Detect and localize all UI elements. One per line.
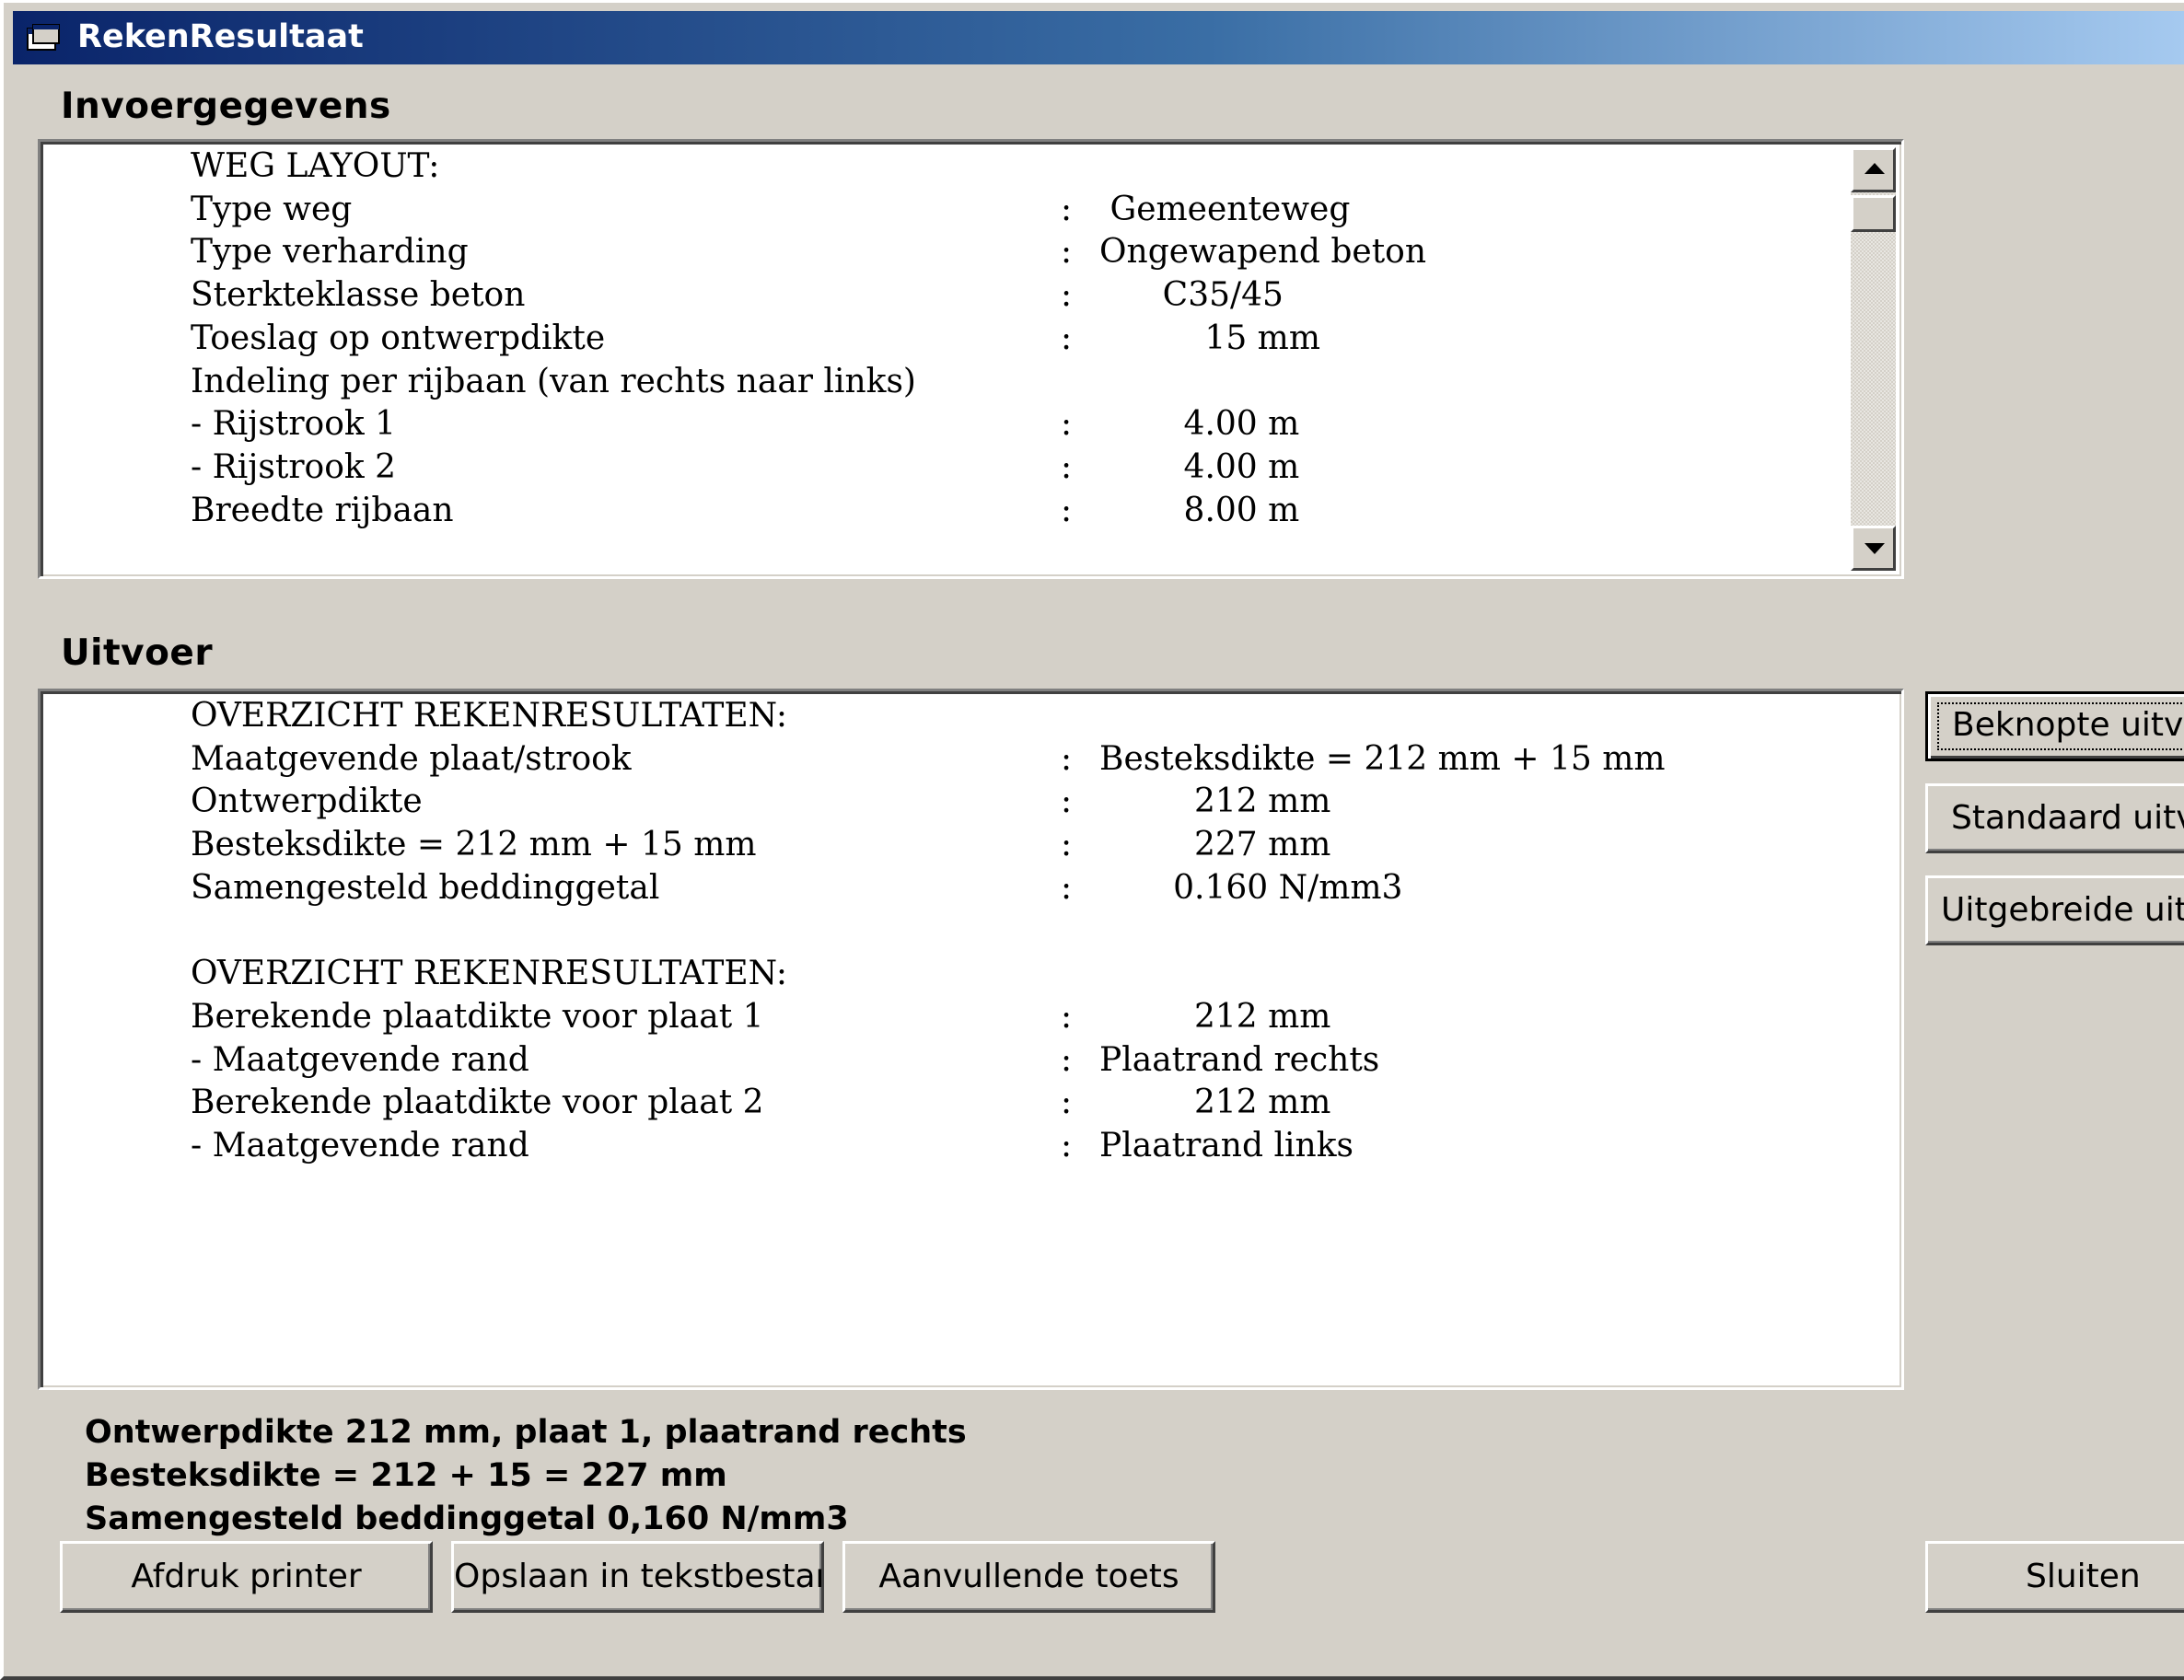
line-sep: : bbox=[1061, 276, 1073, 315]
line-sep: : bbox=[1061, 868, 1073, 907]
line-sep: : bbox=[1061, 405, 1073, 444]
scroll-down-button[interactable] bbox=[1851, 526, 1896, 571]
line-sep: : bbox=[1061, 826, 1073, 864]
invoer-label: Invoergegevens bbox=[61, 86, 391, 127]
window-title: RekenResultaat bbox=[77, 18, 364, 55]
line-text: Maatgevende plaat/strook bbox=[191, 739, 632, 778]
line-text: Berekende plaatdikte voor plaat 1 bbox=[191, 997, 764, 1036]
line-text: OVERZICHT REKENRESULTATEN: bbox=[191, 955, 788, 993]
line-sep: : bbox=[1061, 997, 1073, 1036]
line-text: Besteksdikte = 212 mm + 15 mm bbox=[191, 826, 757, 864]
line-text: Toeslag op ontwerpdikte bbox=[191, 319, 606, 357]
focus-rect bbox=[1937, 702, 2184, 750]
line-value: 8.00 m bbox=[1099, 491, 1300, 529]
aanvullende-toets-button[interactable]: Aanvullende toets bbox=[842, 1541, 1215, 1613]
app-window-icon bbox=[27, 24, 60, 51]
line-text: WEG LAYOUT: bbox=[191, 147, 440, 185]
line-value: 4.00 m bbox=[1099, 447, 1300, 486]
line-value: Plaatrand links bbox=[1099, 1127, 1353, 1164]
line-value: 4.00 m bbox=[1099, 405, 1300, 444]
line-sep: : bbox=[1061, 782, 1073, 821]
summary-line-3: Samengesteld beddinggetal 0,160 N/mm3 bbox=[85, 1500, 849, 1537]
line-value: Plaatrand rechts bbox=[1099, 1040, 1380, 1079]
line-value: Gemeenteweg bbox=[1099, 190, 1351, 228]
line-value: Besteksdikte = 212 mm + 15 mm bbox=[1099, 739, 1666, 778]
line-sep: : bbox=[1061, 1127, 1073, 1164]
line-sep: : bbox=[1061, 447, 1073, 486]
reken-resultaat-window: RekenResultaat Invoergegevens WEG LAYOUT… bbox=[0, 0, 2184, 1680]
beknopte-uitvoer-button[interactable]: Beknopte uitvoer bbox=[1925, 691, 2184, 761]
summary-line-1: Ontwerpdikte 212 mm, plaat 1, plaatrand … bbox=[85, 1414, 967, 1451]
scroll-up-button[interactable] bbox=[1851, 147, 1896, 192]
uitvoer-label: Uitvoer bbox=[61, 632, 214, 674]
line-text: Type verharding bbox=[191, 233, 469, 272]
arrow-up-icon bbox=[1865, 163, 1885, 174]
line-sep: : bbox=[1061, 491, 1073, 529]
line-text: - Maatgevende rand bbox=[191, 1040, 529, 1079]
aanvullende-toets-label: Aanvullende toets bbox=[878, 1558, 1179, 1595]
line-text: Ontwerpdikte bbox=[191, 782, 423, 821]
line-sep: : bbox=[1061, 1040, 1073, 1079]
afdruk-printer-label: Afdruk printer bbox=[131, 1558, 362, 1595]
scroll-thumb[interactable] bbox=[1851, 195, 1896, 232]
line-text: Samengesteld beddinggetal bbox=[191, 868, 660, 907]
arrow-down-icon bbox=[1865, 543, 1885, 554]
line-text: Type weg bbox=[191, 190, 353, 228]
title-bar[interactable]: RekenResultaat bbox=[13, 11, 2184, 64]
afdruk-printer-button[interactable]: Afdruk printer bbox=[60, 1541, 433, 1613]
line-text: - Rijstrook 2 bbox=[191, 447, 397, 486]
line-sep: : bbox=[1061, 319, 1073, 357]
line-value: C35/45 bbox=[1099, 276, 1284, 315]
opslaan-tekstbestand-label: Opslaan in tekstbestand bbox=[454, 1558, 824, 1595]
line-value: 212 mm bbox=[1099, 782, 1331, 821]
line-text: Berekende plaatdikte voor plaat 2 bbox=[191, 1083, 764, 1122]
standaard-uitvoer-label: Standaard uitvoer bbox=[1951, 799, 2184, 837]
line-text: OVERZICHT REKENRESULTATEN: bbox=[191, 697, 788, 735]
invoer-textbox[interactable]: WEG LAYOUT: Type weg: Gemeenteweg Type ver… bbox=[38, 139, 1904, 579]
line-sep: : bbox=[1061, 1083, 1073, 1122]
line-text: - Maatgevende rand bbox=[191, 1127, 529, 1164]
line-sep: : bbox=[1061, 233, 1073, 272]
line-sep: : bbox=[1061, 739, 1073, 778]
line-value: 212 mm bbox=[1099, 997, 1331, 1036]
line-text: Sterkteklasse beton bbox=[191, 276, 526, 315]
line-value: 0.160 N/mm3 bbox=[1099, 868, 1403, 907]
uitgebreide-uitvoer-button[interactable]: Uitgebreide uitvoer bbox=[1925, 875, 2184, 945]
invoer-scrollbar[interactable] bbox=[1851, 147, 1896, 571]
opslaan-tekstbestand-button[interactable]: Opslaan in tekstbestand bbox=[451, 1541, 824, 1613]
line-text: Breedte rijbaan bbox=[191, 491, 454, 529]
line-value: 15 mm bbox=[1099, 319, 1320, 357]
line-text: - Rijstrook 1 bbox=[191, 405, 397, 444]
sluiten-button[interactable]: Sluiten bbox=[1925, 1541, 2184, 1613]
line-value: 227 mm bbox=[1099, 826, 1331, 864]
uitvoer-textbox[interactable]: OVERZICHT REKENRESULTATEN: Maatgevende pl… bbox=[38, 689, 1904, 1390]
line-sep: : bbox=[1061, 190, 1073, 228]
standaard-uitvoer-button[interactable]: Standaard uitvoer bbox=[1925, 783, 2184, 853]
uitgebreide-uitvoer-label: Uitgebreide uitvoer bbox=[1941, 891, 2184, 929]
sluiten-label: Sluiten bbox=[2026, 1558, 2141, 1595]
summary-line-2: Besteksdikte = 212 + 15 = 227 mm bbox=[85, 1457, 727, 1494]
line-value: 212 mm bbox=[1099, 1083, 1331, 1122]
line-value: Ongewapend beton bbox=[1099, 233, 1427, 272]
line-text: Indeling per rijbaan (van rechts naar li… bbox=[191, 362, 916, 400]
